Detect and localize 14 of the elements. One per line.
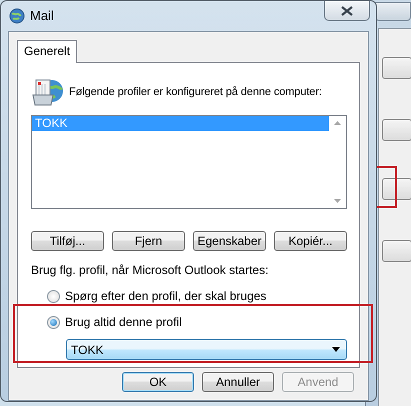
- radio-label[interactable]: Spørg efter den profil, der skal bruges: [65, 287, 266, 305]
- dropdown-value: TOKK: [71, 342, 104, 358]
- profile-action-button[interactable]: Tilføj...: [31, 231, 104, 251]
- window-title: Mail: [30, 7, 54, 26]
- profile-action-button[interactable]: Egenskaber: [193, 231, 266, 251]
- dialog-button[interactable]: OK: [122, 372, 194, 392]
- profile-action-button[interactable]: Fjern: [112, 231, 185, 251]
- dialog-button[interactable]: Annuller: [202, 372, 274, 392]
- profile-dropdown[interactable]: TOKK: [66, 339, 347, 360]
- profile-action-button[interactable]: Kopiér...: [274, 231, 347, 251]
- startup-label: Brug flg. profil, når Microsoft Outlook startes:: [31, 262, 270, 279]
- tab[interactable]: Generelt: [17, 40, 78, 63]
- radio-label[interactable]: Brug altid denne profil: [65, 313, 182, 331]
- profiles-label: Følgende profiler er konfigureret på denne computer:: [69, 84, 322, 100]
